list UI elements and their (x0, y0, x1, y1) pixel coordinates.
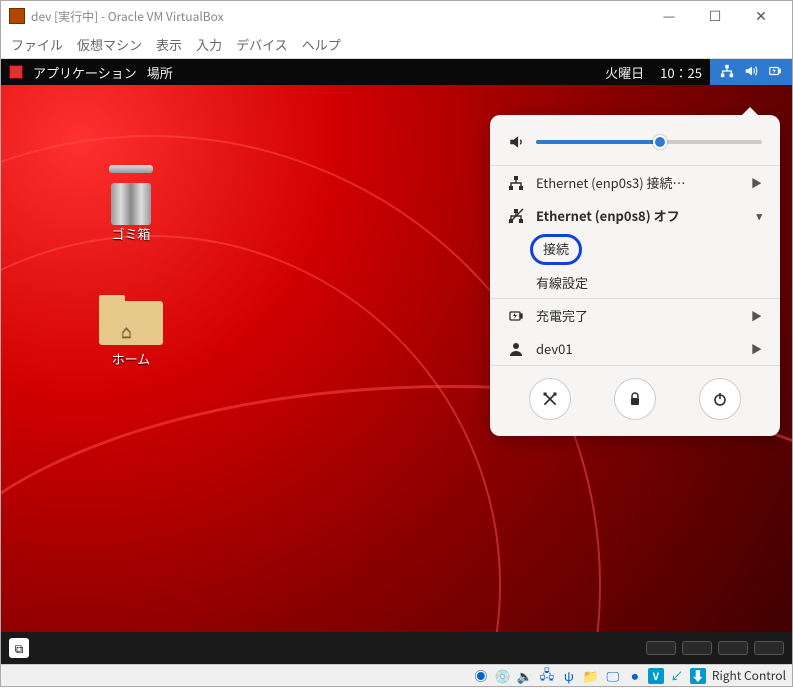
close-button[interactable]: ✕ (738, 1, 784, 31)
ethernet-enp0s3-row[interactable]: Ethernet (enp0s3) 接続… ▶ (490, 166, 780, 199)
guest-bottombar: ⧉ (1, 632, 792, 664)
system-menu-popover: Ethernet (enp0s3) 接続… ▶ Ethernet (enp0s8… (490, 115, 780, 436)
chevron-right-icon: ▶ (751, 175, 762, 191)
host-key-label: Right Control (712, 667, 786, 684)
window-titlebar: dev [実行中] - Oracle VM VirtualBox — ☐ ✕ (1, 1, 792, 31)
topbar-day[interactable]: 火曜日 (597, 63, 652, 82)
user-icon (508, 341, 524, 357)
overview-button[interactable]: ⧉ (9, 638, 29, 658)
display-icon[interactable]: 🖵 (604, 667, 622, 685)
topbar-applications[interactable]: アプリケーション (33, 63, 137, 82)
wired-network-icon (508, 175, 524, 191)
desktop[interactable]: ゴミ箱 ⌂ ホーム (1, 85, 792, 632)
ethernet2-wired-settings[interactable]: 有線設定 (490, 267, 780, 298)
chevron-right-icon: ▶ (751, 341, 762, 357)
ethernet2-connect[interactable]: 接続 (490, 232, 780, 267)
topbar-time[interactable]: 10：25 (652, 63, 710, 82)
vbox-statusbar: ◉ 💿 🔈 🖧 ψ 📁 🖵 ⏺ V ↙ ⬇ Right Control (1, 664, 792, 686)
host-menubar: ファイル 仮想マシン 表示 入力 デバイス ヘルプ (1, 31, 792, 59)
activities-icon[interactable] (9, 65, 23, 79)
wired-network-off-icon (508, 208, 524, 224)
home-label: ホーム (91, 349, 171, 368)
status-area[interactable] (710, 59, 792, 85)
menu-view[interactable]: 表示 (156, 35, 182, 54)
ethernet-enp0s8-row[interactable]: Ethernet (enp0s8) オフ ▾ (490, 199, 780, 232)
battery-menu-icon (508, 308, 524, 324)
volume-row (490, 125, 780, 165)
menu-machine[interactable]: 仮想マシン (77, 35, 142, 54)
battery-label: 充電完了 (536, 306, 588, 325)
ethernet2-label: Ethernet (enp0s8) オフ (536, 206, 680, 225)
ethernet1-label: Ethernet (enp0s3) 接続… (536, 173, 686, 192)
volume-slider[interactable] (536, 140, 762, 144)
menu-file[interactable]: ファイル (11, 35, 63, 54)
hard-disk-icon[interactable]: ◉ (472, 667, 490, 685)
volume-slider-thumb[interactable] (653, 135, 667, 149)
menu-input[interactable]: 入力 (196, 35, 222, 54)
workspace-indicator[interactable] (646, 641, 784, 655)
window-title: dev [実行中] - Oracle VM VirtualBox (31, 8, 646, 25)
maximize-button[interactable]: ☐ (692, 1, 738, 31)
network-status-icon[interactable]: 🖧 (538, 667, 556, 685)
power-button[interactable] (699, 378, 741, 420)
minimize-button[interactable]: — (646, 1, 692, 31)
audio-icon[interactable]: 🔈 (516, 667, 534, 685)
settings-button[interactable] (529, 378, 571, 420)
trash-icon[interactable]: ゴミ箱 (91, 165, 171, 243)
connect-label-highlighted[interactable]: 接続 (530, 234, 582, 265)
network-icon (720, 63, 734, 82)
virtualbox-icon (9, 8, 25, 24)
home-glyph-icon: ⌂ (121, 317, 132, 343)
home-folder-icon[interactable]: ⌂ ホーム (91, 295, 171, 368)
recording-icon[interactable]: ⏺ (626, 667, 644, 685)
guest-additions-icon[interactable]: V (648, 668, 664, 684)
topbar-places[interactable]: 場所 (147, 63, 173, 82)
menu-devices[interactable]: デバイス (236, 35, 288, 54)
volume-speaker-icon (508, 133, 526, 151)
volume-icon (744, 63, 758, 82)
user-label: dev01 (536, 339, 573, 358)
user-row[interactable]: dev01 ▶ (490, 332, 780, 365)
chevron-down-icon: ▾ (756, 208, 762, 224)
battery-icon (768, 63, 782, 82)
menu-help[interactable]: ヘルプ (302, 35, 341, 54)
mouse-integration-icon[interactable]: ↙ (668, 667, 686, 685)
guest-topbar: アプリケーション 場所 火曜日 10：25 (1, 59, 792, 85)
shared-folders-icon[interactable]: 📁 (582, 667, 600, 685)
usb-icon[interactable]: ψ (560, 667, 578, 685)
chevron-right-icon: ▶ (751, 308, 762, 324)
keyboard-capture-icon[interactable]: ⬇ (690, 668, 706, 684)
battery-row[interactable]: 充電完了 ▶ (490, 299, 780, 332)
lock-button[interactable] (614, 378, 656, 420)
optical-disk-icon[interactable]: 💿 (494, 667, 512, 685)
trash-label: ゴミ箱 (91, 224, 171, 243)
